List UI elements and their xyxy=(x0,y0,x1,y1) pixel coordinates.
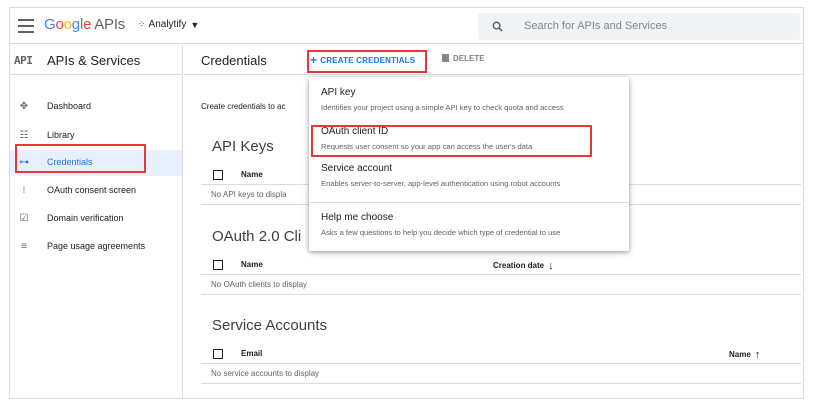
sidebar-item-label: Dashboard xyxy=(47,101,92,111)
page-title: Credentials xyxy=(201,53,267,68)
console-window: Google APIs ⁘ Analytify ▼ Search for APIs… xyxy=(9,7,804,399)
empty-message: No OAuth clients to display xyxy=(211,280,308,289)
project-name: Analytify xyxy=(148,19,187,30)
main-header: Credentials + CREATE CREDENTIALS DELETE xyxy=(184,45,803,75)
column-name[interactable]: Name xyxy=(241,260,263,269)
project-selector[interactable]: ⁘ Analytify ▼ xyxy=(138,19,199,30)
sidebar-item-dashboard[interactable]: ✥ Dashboard xyxy=(10,94,182,120)
chevron-down-icon: ▼ xyxy=(190,19,200,30)
search-icon xyxy=(492,21,503,32)
arrow-up-icon: ↑ xyxy=(754,349,761,361)
sidebar-item-page-usage[interactable]: ≡ Page usage agreements xyxy=(10,234,182,260)
menu-item-title: Service account xyxy=(321,163,393,174)
column-creation-date[interactable]: Creation date ↓ xyxy=(493,260,554,272)
sidebar-item-label: Domain verification xyxy=(47,213,124,223)
delete-button[interactable]: DELETE xyxy=(442,54,485,63)
settings-icon: ≡ xyxy=(21,241,27,252)
sidebar-title: APIs & Services xyxy=(47,53,141,68)
oauth-clients-title: OAuth 2.0 Cli xyxy=(212,228,302,245)
table-row: No OAuth clients to display xyxy=(201,275,801,295)
select-all-checkbox[interactable] xyxy=(213,349,223,359)
trash-icon xyxy=(442,54,449,62)
menu-item-description: Asks a few questions to help you decide … xyxy=(321,228,561,237)
menu-item-title: API key xyxy=(321,87,356,98)
oauth-client-id-highlight-box xyxy=(311,125,592,157)
intro-text: Create credentials to ac xyxy=(201,102,286,111)
menu-item-description: Identifies your project using a simple A… xyxy=(321,103,564,112)
menu-item-service-account[interactable]: Service account Enables server-to-server… xyxy=(309,157,629,197)
domain-icon: ☑ xyxy=(19,213,29,224)
column-name[interactable]: Name xyxy=(241,170,263,179)
select-all-checkbox[interactable] xyxy=(213,170,223,180)
sidebar: API APIs & Services ✥ Dashboard ☷ Librar… xyxy=(10,45,183,398)
api-keys-title: API Keys xyxy=(212,138,274,155)
sidebar-item-label: Page usage agreements xyxy=(47,241,146,251)
search-input[interactable]: Search for APIs and Services xyxy=(524,20,667,32)
google-apis-logo[interactable]: Google APIs xyxy=(44,16,125,33)
top-bar: Google APIs ⁘ Analytify ▼ Search for APIs… xyxy=(10,8,803,44)
sidebar-item-label: Library xyxy=(47,130,75,140)
sidebar-item-label: OAuth consent screen xyxy=(47,185,137,195)
create-credentials-highlight-box xyxy=(307,50,427,73)
search-bar[interactable]: Search for APIs and Services xyxy=(478,13,800,40)
menu-item-help-me-choose[interactable]: Help me choose Asks a few questions to h… xyxy=(309,205,629,245)
sidebar-header: API APIs & Services xyxy=(10,45,182,75)
arrow-down-icon: ↓ xyxy=(548,260,554,272)
sidebar-item-domain-verification[interactable]: ☑ Domain verification xyxy=(10,206,182,232)
dashboard-icon: ✥ xyxy=(19,101,29,112)
column-name[interactable]: Name ↑ xyxy=(729,349,760,361)
sidebar-item-oauth-consent[interactable]: ⁝ OAuth consent screen xyxy=(10,178,182,204)
service-accounts-table-header: Email Name ↑ xyxy=(201,344,801,364)
api-badge-icon: API xyxy=(14,54,33,67)
menu-item-title: Help me choose xyxy=(321,212,394,223)
hamburger-menu-icon[interactable] xyxy=(18,19,34,33)
empty-message: No service accounts to display xyxy=(211,369,320,378)
consent-icon: ⁝ xyxy=(22,185,26,196)
menu-item-api-key[interactable]: API key Identifies your project using a … xyxy=(309,81,629,121)
table-row: No service accounts to display xyxy=(201,364,801,384)
library-icon: ☷ xyxy=(19,130,29,141)
select-all-checkbox[interactable] xyxy=(213,260,223,270)
menu-divider xyxy=(309,202,629,203)
credentials-highlight-box xyxy=(15,144,146,173)
empty-message: No API keys to displa xyxy=(211,190,287,199)
oauth-table-header: Name Creation date ↓ xyxy=(201,255,801,275)
column-email[interactable]: Email xyxy=(241,349,262,358)
menu-item-description: Enables server-to-server, app-level auth… xyxy=(321,179,561,188)
create-credentials-menu: API key Identifies your project using a … xyxy=(309,77,629,251)
service-accounts-title: Service Accounts xyxy=(212,317,328,334)
project-dots-icon: ⁘ xyxy=(138,19,145,29)
